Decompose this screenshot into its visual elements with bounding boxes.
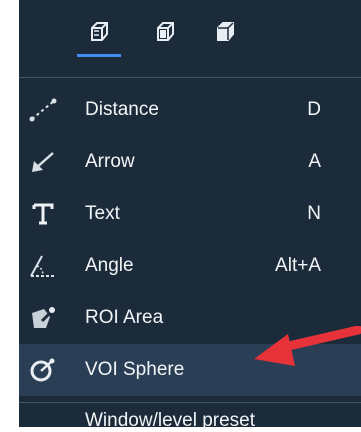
menu-item-window-level[interactable]: Window/level preset bbox=[85, 410, 255, 432]
arrow-tool-icon bbox=[28, 149, 58, 175]
background-edge bbox=[0, 0, 19, 427]
menu-item-shortcut: D bbox=[307, 99, 321, 120]
menu-item-angle[interactable]: Angle Alt+A bbox=[0, 240, 361, 292]
toolbar-button-3d-solid[interactable] bbox=[208, 12, 242, 52]
menu-item-label: Arrow bbox=[85, 151, 135, 172]
menu-item-shortcut: A bbox=[308, 151, 321, 172]
annotation-pointer-arrow bbox=[254, 326, 361, 366]
menu-item-label: VOI Sphere bbox=[85, 359, 185, 380]
menu-item-text[interactable]: Text N bbox=[0, 188, 361, 240]
menu-item-arrow[interactable]: Arrow A bbox=[0, 136, 361, 188]
cube-solid-icon bbox=[217, 22, 234, 41]
view-toolbar bbox=[0, 0, 361, 66]
voi-sphere-icon bbox=[28, 357, 58, 383]
menu-item-label: ROI Area bbox=[85, 307, 164, 328]
distance-icon bbox=[28, 97, 58, 123]
menu-item-shortcut: Alt+A bbox=[275, 255, 321, 276]
toolbar-button-3d-front[interactable] bbox=[148, 12, 182, 52]
menu-divider bbox=[0, 402, 361, 403]
menu-item-label: Angle bbox=[85, 255, 134, 276]
menu-item-shortcut: N bbox=[307, 203, 321, 224]
menu-item-label: Text bbox=[85, 203, 120, 224]
menu-item-label: Distance bbox=[85, 99, 159, 120]
roi-area-icon bbox=[28, 305, 58, 331]
toolbar-button-3d-outline[interactable] bbox=[77, 12, 121, 57]
menu-divider bbox=[0, 77, 361, 78]
cube-front-icon bbox=[157, 22, 174, 41]
menu-item-distance[interactable]: Distance D bbox=[0, 84, 361, 136]
cube-outline-icon bbox=[91, 22, 108, 41]
text-tool-icon bbox=[28, 201, 58, 227]
angle-icon bbox=[28, 253, 58, 279]
